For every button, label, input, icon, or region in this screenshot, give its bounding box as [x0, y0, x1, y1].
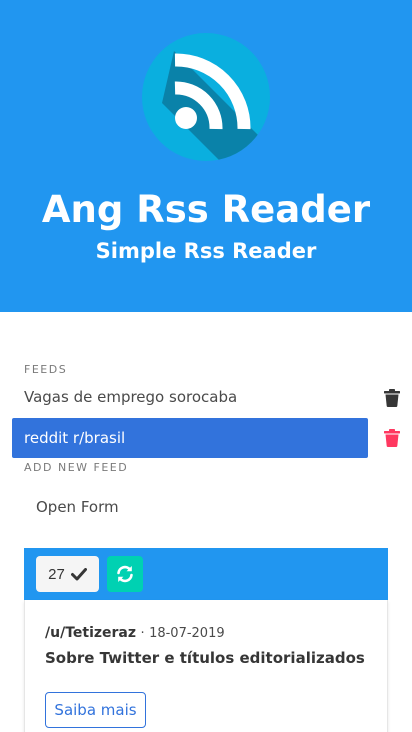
unread-count: 27: [48, 565, 65, 583]
open-form-link[interactable]: Open Form: [36, 496, 119, 518]
read-more-button[interactable]: Saiba mais: [45, 692, 146, 728]
post-separator: ·: [140, 626, 145, 641]
post-title: Sobre Twitter e títulos editorializados: [45, 649, 365, 667]
post-card: /u/Tetizeraz · 18-07-2019 Sobre Twitter …: [24, 600, 388, 732]
feed-item-label: reddit r/brasil: [24, 429, 126, 447]
refresh-icon: [117, 565, 133, 583]
feed-item-reddit-brasil[interactable]: reddit r/brasil: [12, 418, 368, 458]
feed-item-label: Vagas de emprego sorocaba: [24, 388, 238, 406]
feed-toolbar: 27: [24, 548, 388, 600]
post-date: 18-07-2019: [149, 626, 225, 641]
feed-item-vagas[interactable]: Vagas de emprego sorocaba: [12, 377, 368, 417]
rss-logo-icon: [142, 33, 270, 161]
hero-banner: Ang Rss Reader Simple Rss Reader: [0, 0, 412, 312]
add-feed-section-label: ADD NEW FEED: [24, 461, 129, 474]
post-meta: /u/Tetizeraz · 18-07-2019: [45, 624, 225, 643]
app-subtitle: Simple Rss Reader: [95, 239, 317, 263]
mark-read-button[interactable]: 27: [36, 556, 99, 592]
refresh-button[interactable]: [107, 556, 143, 592]
feeds-section-label: FEEDS: [24, 363, 68, 376]
check-icon: [70, 567, 87, 580]
app-title: Ang Rss Reader: [41, 188, 371, 231]
trash-icon[interactable]: [384, 389, 400, 407]
trash-icon[interactable]: [384, 429, 400, 447]
post-author: /u/Tetizeraz: [45, 625, 137, 641]
